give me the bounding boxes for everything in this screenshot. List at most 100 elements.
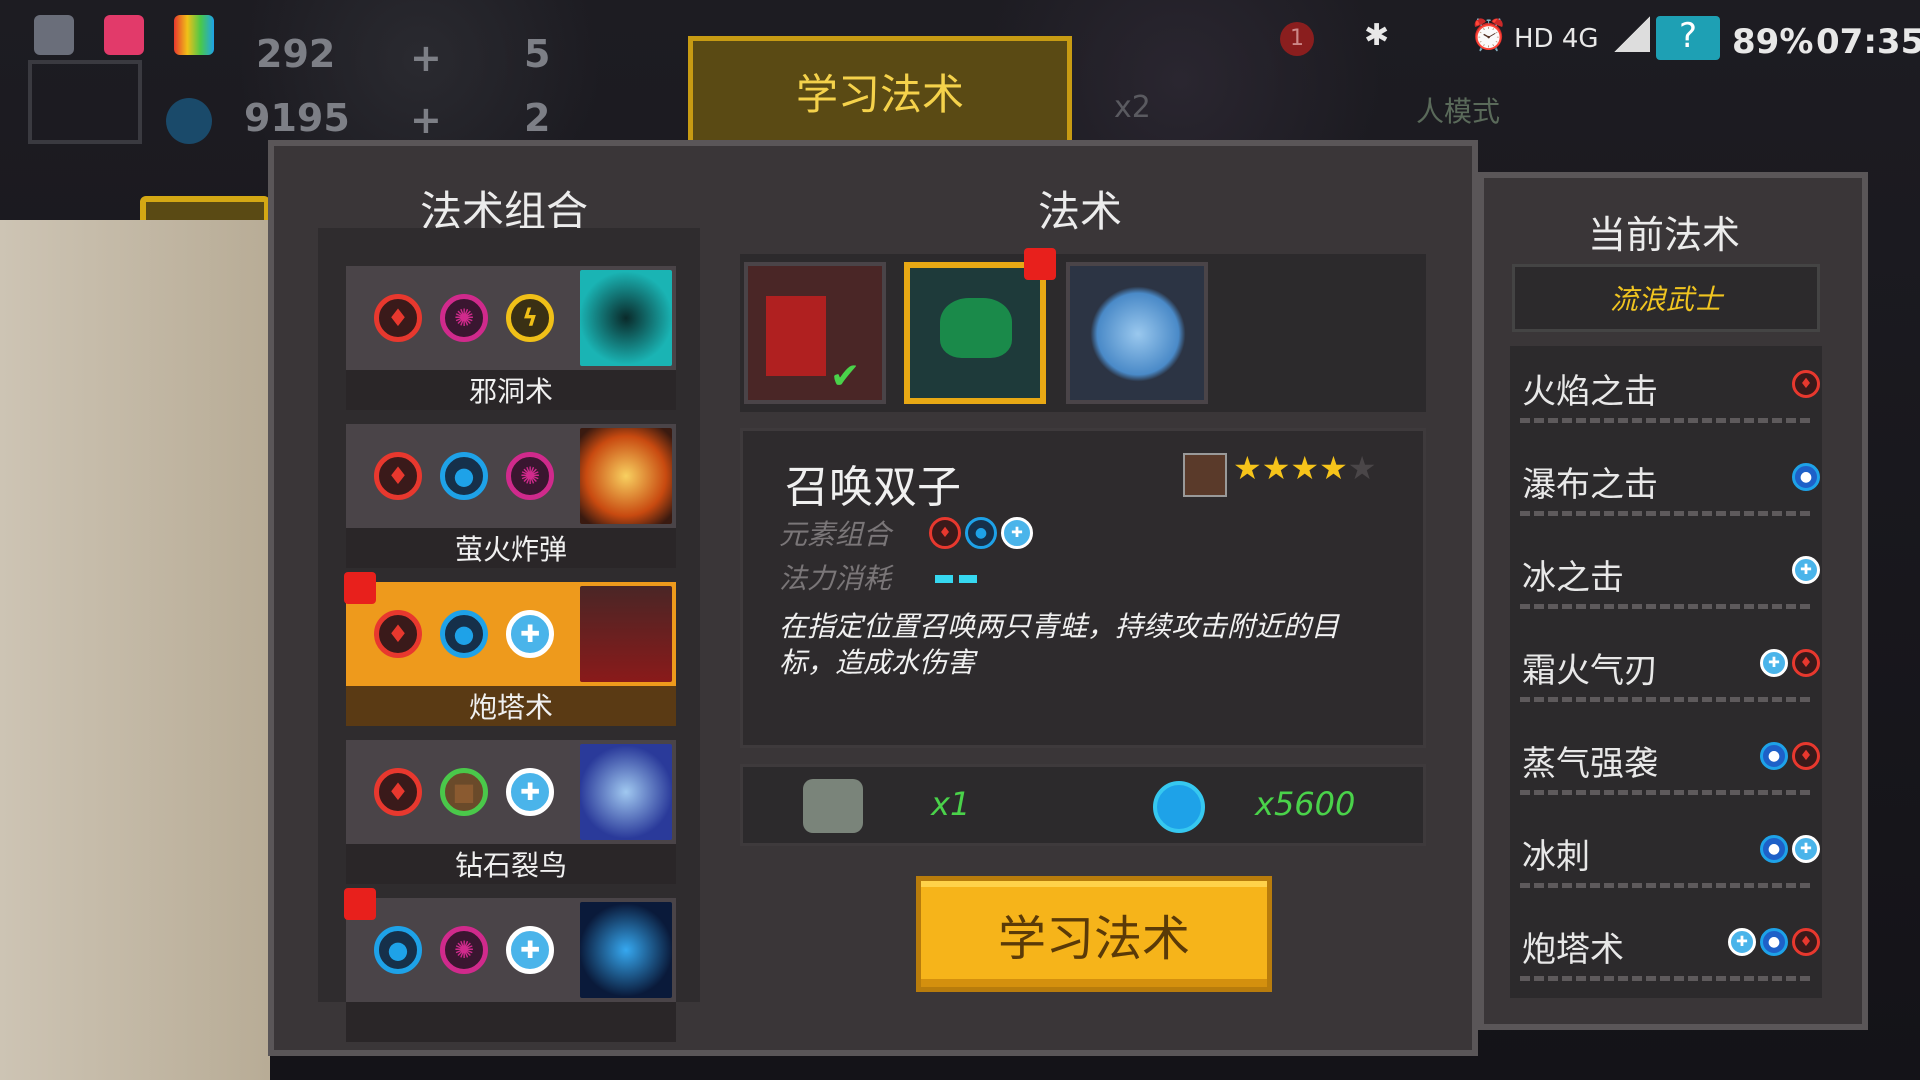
arcane-orb-icon: ✺ [440,294,488,342]
water-orb-icon: ● [440,452,488,500]
plus-icon: + [410,36,442,80]
current-spell-item[interactable]: 炮塔术 ✚ ● ♦ [1510,904,1822,996]
current-spell-item[interactable]: 瀑布之击 ● [1510,439,1822,531]
app-store-icon [174,15,214,55]
ice-orb-icon: ✚ [506,926,554,974]
notification-badge: 1 [1280,22,1314,56]
avatar-frame [28,60,142,144]
water-orb-icon: ● [440,610,488,658]
ice-orb-icon: ✚ [1001,517,1033,549]
current-spell-item[interactable]: 蒸气强袭 ● ♦ [1510,718,1822,810]
combo-card[interactable]: ♦ ✺ ϟ 邪洞术 [346,266,676,414]
fire-orb-icon: ♦ [374,610,422,658]
current-spell-name: 炮塔术 [1522,930,1624,970]
fire-orb-icon: ♦ [1792,928,1820,956]
spell-slot-frogs[interactable] [904,248,1056,404]
spell-detail: 召唤双子 ★★★★★ 元素组合 ♦ ● ✚ 法力消耗 在指定位置召唤两只青蛙，持… [740,428,1426,748]
water-drop-icon [580,902,672,998]
water-orb-icon: ● [965,517,997,549]
star-icon: ★ [1261,449,1291,487]
combo-card[interactable]: ♦ ■ ✚ 钻石裂鸟 [346,740,676,888]
combo-name: 炮塔术 [346,686,676,726]
combo-card[interactable]: ● ✺ ✚ [344,888,676,1046]
bolt-orb-icon: ϟ [506,294,554,342]
combo-name [346,1002,676,1042]
current-spell-item[interactable]: 霜火气刃 ✚ ♦ [1510,625,1822,717]
new-indicator [344,572,376,604]
water-orb-icon: ● [1760,742,1788,770]
clock: 07:35 [1816,22,1920,62]
mana-pip [959,575,977,583]
combo-name: 萤火炸弹 [346,528,676,568]
rune-stone-icon [803,779,863,833]
new-indicator [344,888,376,920]
battery-level: 89% [1732,22,1814,62]
spell-strip: ✔ [740,248,1426,412]
check-icon: ✔ [830,356,861,397]
divider [1520,976,1812,981]
fire-orb-icon: ♦ [374,768,422,816]
current-spell-name: 冰刺 [1522,837,1590,877]
current-spell-name: 瀑布之击 [1522,465,1658,505]
combo-name: 邪洞术 [346,370,676,410]
gem-count: 292 [256,32,336,76]
help-icon[interactable]: ? [1656,16,1720,60]
water-orb-icon: ● [374,926,422,974]
water-orb-icon: ● [1760,928,1788,956]
item-a-count: 5 [524,32,551,76]
gem-qty: x5600 [1255,785,1356,823]
spells-title: 法术 [1038,187,1123,236]
current-spell-name: 霜火气刃 [1522,651,1658,691]
turret-icon [580,586,672,682]
sword-icon [1183,453,1227,497]
splash-icon [1090,286,1186,382]
vortex-icon [580,270,672,366]
divider [1520,883,1812,888]
ice-orb-icon: ✚ [1792,835,1820,863]
ice-orb-icon: ✚ [1760,649,1788,677]
fire-orb-icon: ♦ [374,294,422,342]
coin-icon [166,98,212,144]
divider [1520,790,1812,795]
combo-card[interactable]: ♦ ● ✺ 萤火炸弹 [346,424,676,572]
current-spell-item[interactable]: 冰之击 ✚ [1510,532,1822,624]
gallery-icon [34,15,74,55]
bluetooth-icon: ✱ [1364,18,1390,53]
divider [1520,697,1812,702]
current-spell-name: 火焰之击 [1522,372,1658,412]
star-icon: ★ [1347,449,1377,487]
item-b-count: 2 [524,96,551,140]
network-indicator: HD 4G [1514,24,1599,54]
fire-orb-icon: ♦ [374,452,422,500]
alarm-icon: ⏰ [1470,18,1508,53]
current-spell-list: 火焰之击 ♦ 瀑布之击 ● 冰之击 ✚ 霜火气刃 ✚ ♦ 蒸气强袭 ● ♦ 冰刺 ● ✚ 炮塔术 ✚ ● ♦ [1510,346,1822,998]
spell-name: 召唤双子 [785,462,961,513]
combo-name: 钻石裂鸟 [346,844,676,884]
turret-icon [766,296,826,376]
fire-orb-icon: ♦ [1792,649,1820,677]
divider [1520,418,1812,423]
combo-card[interactable]: ♦ ● ✚ 炮塔术 [344,572,676,730]
spell-slot-turret[interactable]: ✔ [744,262,886,404]
water-orb-icon: ● [1760,835,1788,863]
current-spell-item[interactable]: 火焰之击 ♦ [1510,346,1822,438]
crystal-bird-icon [580,744,672,840]
page-title: 学习法术 [688,36,1072,146]
current-spells-title: 当前法术 [1588,213,1741,257]
ice-orb-icon: ✚ [506,768,554,816]
signal-icon [1614,16,1650,52]
mana-label: 法力消耗 [779,562,892,595]
plus-icon-2: + [410,98,442,142]
material-qty: x1 [931,785,971,823]
new-indicator [1024,248,1056,280]
star-icon: ★ [1290,449,1320,487]
spell-slot-splash[interactable] [1066,262,1208,404]
current-spell-item[interactable]: 冰刺 ● ✚ [1510,811,1822,903]
star-icon: ★ [1233,449,1262,487]
current-spell-name: 蒸气强袭 [1522,744,1658,784]
cost-bar: x1 x5600 [740,764,1426,846]
ice-orb-icon: ✚ [506,610,554,658]
water-orb-icon: ● [1792,463,1820,491]
ice-orb-icon: ✚ [1792,556,1820,584]
learn-spell-button[interactable]: 学习法术 [916,876,1272,992]
